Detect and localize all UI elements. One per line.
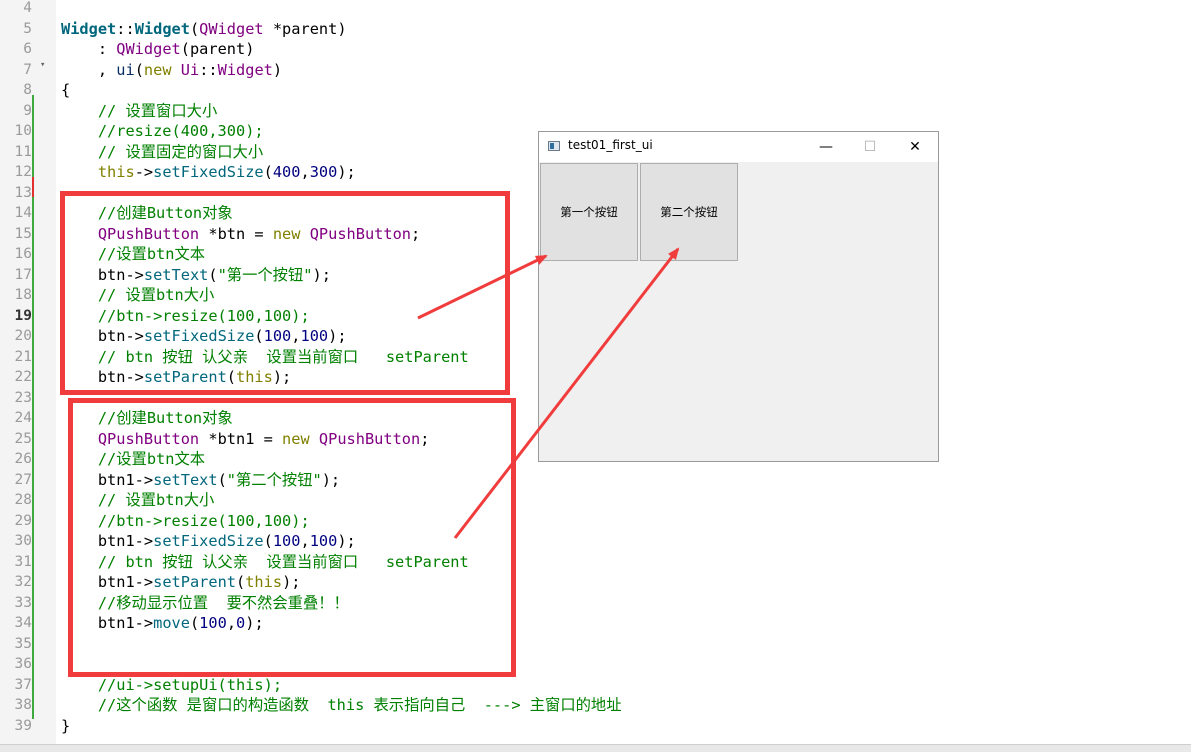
code-token: //resize(400,300); xyxy=(61,122,264,140)
change-marker xyxy=(32,197,34,719)
code-token: ( xyxy=(263,163,273,181)
code-token: :: xyxy=(199,60,218,79)
code-token: -> xyxy=(134,163,154,181)
fold-arrow-icon[interactable]: ▾ xyxy=(40,60,45,70)
second-button[interactable]: 第二个按钮 xyxy=(640,163,738,261)
code-line: { xyxy=(61,80,70,101)
line-number: 18 xyxy=(14,287,32,303)
code-token: // 设置窗口大小 xyxy=(61,101,218,120)
code-line: // 设置固定的窗口大小 xyxy=(61,142,263,163)
line-number: 21 xyxy=(14,348,32,365)
code-line: //ui->setupUi(this); xyxy=(61,675,282,696)
line-number: 38 xyxy=(14,697,32,713)
code-token: //这个函数 是窗口的构造函数 this 表示指向自己 ---> 主窗口的地址 xyxy=(61,696,622,714)
line-number: 24 xyxy=(14,410,32,426)
code-token: Ui xyxy=(180,60,200,79)
code-line: : QWidget(parent) xyxy=(61,39,255,60)
window-titlebar[interactable]: test01_first_ui — ☐ ✕ xyxy=(539,132,938,162)
line-number: 28 xyxy=(14,492,32,508)
code-line: Widget::Widget(QWidget *parent) xyxy=(61,19,347,40)
code-token: new xyxy=(143,60,172,79)
line-number: 32 xyxy=(14,574,32,590)
line-number: 17 xyxy=(14,266,32,283)
line-number: 8 xyxy=(23,82,32,98)
line-number: 27 xyxy=(14,471,32,488)
code-line: // 设置窗口大小 xyxy=(61,101,217,122)
code-token: 300 xyxy=(309,163,338,181)
line-number: 39 xyxy=(14,717,32,734)
code-token: :: xyxy=(116,19,135,38)
code-token: ( xyxy=(189,19,200,38)
code-token: , xyxy=(300,163,310,181)
line-number: 7 xyxy=(23,61,32,78)
code-token: (parent) xyxy=(180,40,255,58)
code-token: { xyxy=(61,81,71,99)
code-token: setFixedSize xyxy=(153,163,264,181)
code-line: //resize(400,300); xyxy=(61,121,264,142)
code-token: } xyxy=(61,716,71,735)
code-token: Widget xyxy=(61,19,117,38)
line-number: 11 xyxy=(14,143,32,160)
line-number: 13 xyxy=(14,184,32,201)
code-line: //这个函数 是窗口的构造函数 this 表示指向自己 ---> 主窗口的地址 xyxy=(61,695,622,716)
annotation-box-first-button xyxy=(60,191,510,395)
minimize-button[interactable]: — xyxy=(804,132,848,162)
line-number: 12 xyxy=(14,164,32,180)
code-token: : xyxy=(61,40,117,58)
window-title: test01_first_ui xyxy=(568,138,653,152)
line-number: 16 xyxy=(14,246,32,262)
line-number: 4 xyxy=(23,0,32,16)
line-number: 10 xyxy=(14,123,32,139)
line-number: 34 xyxy=(14,615,32,631)
qt-app-window: test01_first_ui — ☐ ✕ 第一个按钮 第二个按钮 xyxy=(538,131,939,462)
code-token: *parent) xyxy=(263,19,347,38)
code-line: } xyxy=(61,716,70,737)
annotation-box-second-button xyxy=(68,398,516,677)
change-marker xyxy=(32,95,34,177)
code-token: ); xyxy=(337,163,356,181)
line-number: 29 xyxy=(14,512,32,529)
line-number: 9 xyxy=(23,102,32,119)
line-number: 22 xyxy=(14,369,32,385)
code-token: ) xyxy=(272,60,283,79)
line-number: 35 xyxy=(14,635,32,652)
line-number: 36 xyxy=(14,656,32,672)
line-number: 6 xyxy=(23,41,32,57)
change-marker xyxy=(32,177,34,197)
code-token: ( xyxy=(134,60,144,79)
code-token: QWidget xyxy=(199,19,264,38)
line-number: 20 xyxy=(14,328,32,344)
maximize-button[interactable]: ☐ xyxy=(848,132,892,162)
line-number: 19 xyxy=(14,307,32,324)
line-number: 25 xyxy=(14,430,32,447)
code-token: QWidget xyxy=(116,40,181,58)
code-line: , ui(new Ui::Widget) xyxy=(61,60,282,81)
line-number: 33 xyxy=(14,594,32,611)
code-token: , xyxy=(61,60,117,79)
code-token: 400 xyxy=(272,163,301,181)
code-token: Widget xyxy=(134,19,190,38)
close-button[interactable]: ✕ xyxy=(893,132,937,162)
line-number: 30 xyxy=(14,533,32,549)
code-token: Widget xyxy=(217,60,273,79)
line-number: 37 xyxy=(14,676,32,693)
qt-app-icon xyxy=(548,141,560,151)
code-token: this xyxy=(61,163,135,181)
line-number: 5 xyxy=(23,20,32,37)
code-token: //ui->setupUi(this); xyxy=(61,675,283,694)
line-number: 15 xyxy=(14,225,32,242)
first-button[interactable]: 第一个按钮 xyxy=(540,163,638,261)
line-number: 31 xyxy=(14,553,32,570)
line-number: 14 xyxy=(14,205,32,221)
code-token: ui xyxy=(116,60,135,79)
code-token: // 设置固定的窗口大小 xyxy=(61,142,264,161)
line-number: 26 xyxy=(14,451,32,467)
line-number: 23 xyxy=(14,389,32,406)
code-line: this->setFixedSize(400,300); xyxy=(61,162,356,183)
